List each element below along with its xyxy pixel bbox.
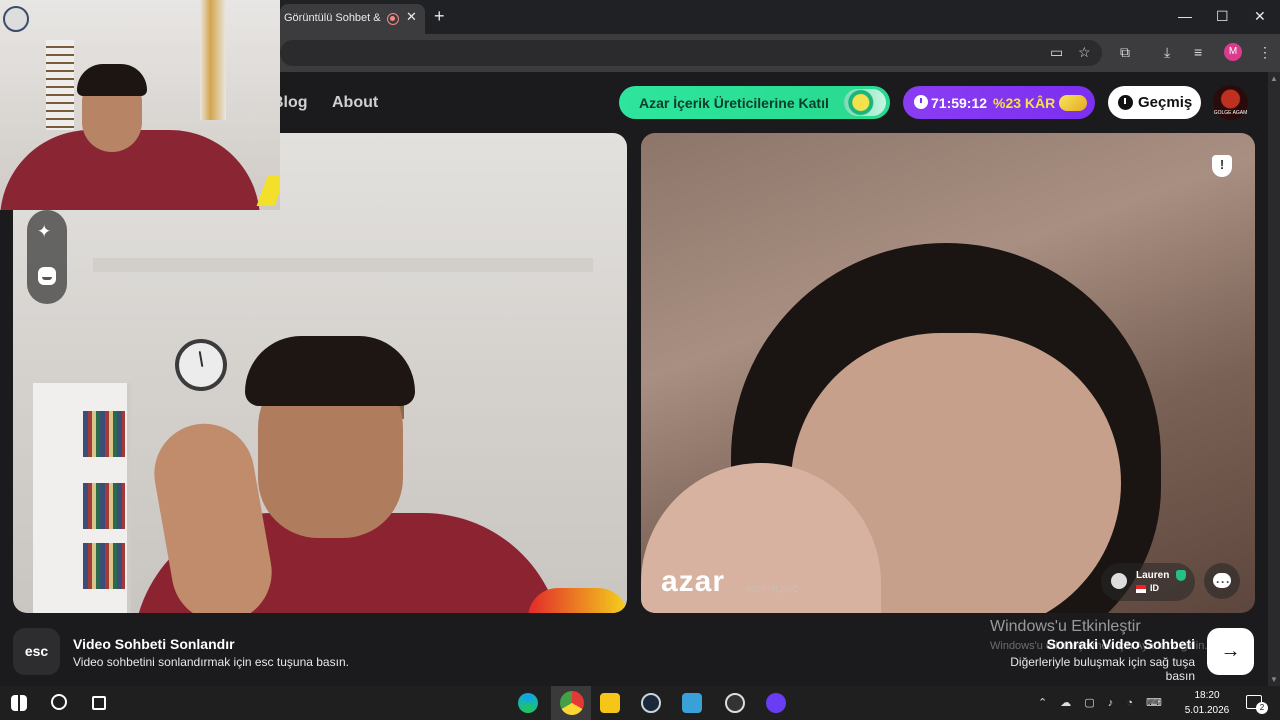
steam-icon[interactable] <box>641 693 661 713</box>
books-image <box>83 543 125 589</box>
pillow-image <box>528 588 627 613</box>
overlay-hair <box>77 64 147 96</box>
books-image <box>83 483 125 529</box>
next-chat-description: Diğerleriyle buluşmak için sağ tuşa bası… <box>1010 655 1195 683</box>
windows-start-icon[interactable] <box>11 695 27 711</box>
next-chat-title: Sonraki Video Sohbeti <box>1046 636 1195 652</box>
maximize-button[interactable]: ☐ <box>1216 8 1229 25</box>
windows-activation-title: Windows'u Etkinleştir <box>990 618 1141 635</box>
media-control-icon[interactable]: ≡ <box>1194 44 1202 60</box>
person-hair <box>245 336 415 406</box>
nav-about-link[interactable]: About <box>332 94 378 112</box>
azar-logo: azar <box>661 565 726 598</box>
promo-profit: %23 KÂR <box>993 95 1056 111</box>
chrome-icon[interactable] <box>560 691 584 715</box>
scroll-down-icon[interactable]: ▼ <box>1270 675 1278 684</box>
creator-badge-icon <box>844 89 886 116</box>
edge-icon[interactable] <box>518 693 538 713</box>
overlay-yellow-object <box>256 176 280 206</box>
overlay-wall-decor <box>200 0 226 120</box>
extensions-icon[interactable]: ⧉ <box>1120 44 1130 61</box>
partner-country: ID <box>1150 583 1159 593</box>
close-window-button[interactable]: ✕ <box>1254 8 1266 25</box>
verified-badge-icon <box>1176 570 1186 581</box>
file-explorer-icon[interactable] <box>600 693 620 713</box>
sparkle-effects-icon[interactable]: ✦ <box>37 222 51 242</box>
session-code: 90cY+RJpsC <box>746 584 799 594</box>
active-tab[interactable]: Görüntülü Sohbet & Y ✕ <box>280 4 425 34</box>
next-chat-button[interactable]: → <box>1207 628 1254 675</box>
minimize-button[interactable]: — <box>1178 8 1192 24</box>
chat-bubble-icon: ··· <box>1216 575 1231 589</box>
tab-close-icon[interactable]: ✕ <box>406 9 417 25</box>
country-flag-icon <box>1136 585 1146 593</box>
profile-avatar[interactable]: M <box>1224 43 1242 61</box>
esc-key-button[interactable]: esc <box>13 628 60 675</box>
history-label: Geçmiş <box>1138 94 1193 111</box>
search-icon[interactable] <box>51 694 67 710</box>
download-icon[interactable]: ⤓ <box>1164 44 1170 61</box>
coins-icon <box>1059 95 1087 111</box>
address-bar[interactable] <box>280 40 1102 66</box>
creator-join-button[interactable]: Azar İçerik Üreticilerine Katıl <box>619 86 890 119</box>
partner-name: Lauren <box>1136 570 1170 581</box>
webcam-overlay <box>0 0 280 210</box>
partner-avatar-icon <box>1111 573 1127 589</box>
bookmark-star-icon[interactable]: ☆ <box>1078 44 1091 61</box>
performance-app-icon[interactable] <box>725 693 745 713</box>
report-shield-icon[interactable]: ! <box>1212 155 1232 177</box>
taskbar-date[interactable]: 5.01.2026 <box>1184 705 1230 716</box>
system-tray-icons[interactable]: ⌃ ☁ ▢ ♪ ◔ ⌨ <box>1038 696 1167 709</box>
room-ceiling <box>93 258 593 272</box>
windows-taskbar: ⌃ ☁ ▢ ♪ ◔ ⌨ 18:20 5.01.2026 2 <box>0 686 1280 720</box>
remote-video: ! azar 90cY+RJpsC Lauren ID ··· <box>641 133 1255 613</box>
browser-menu-icon[interactable]: ⋮ <box>1258 44 1272 61</box>
recording-icon <box>387 13 399 25</box>
scroll-up-icon[interactable]: ▲ <box>1270 74 1278 83</box>
tab-title: Görüntülü Sohbet & Y <box>284 12 384 24</box>
overlay-clock-image <box>3 6 29 32</box>
task-view-icon[interactable] <box>92 696 106 710</box>
video-tools-bar: ✦ <box>27 210 67 304</box>
history-button[interactable]: Geçmiş <box>1108 86 1201 119</box>
cast-icon[interactable]: ▭ <box>1050 44 1063 61</box>
monitor-app-icon[interactable] <box>682 693 702 713</box>
taskbar-time[interactable]: 18:20 <box>1184 690 1230 701</box>
history-clock-icon <box>1118 95 1133 110</box>
page-scrollbar[interactable]: ▲ ▼ <box>1268 72 1280 686</box>
user-avatar[interactable]: GOLGE AGAM <box>1213 85 1248 120</box>
clock-icon <box>914 95 928 109</box>
chat-button[interactable]: ··· <box>1204 563 1240 599</box>
promo-timer: 71:59:12 <box>931 95 988 111</box>
partner-info-chip[interactable]: Lauren ID <box>1101 563 1195 601</box>
notification-count: 2 <box>1256 702 1268 714</box>
end-chat-title: Video Sohbeti Sonlandır <box>73 636 235 652</box>
chrome-profile-icon[interactable] <box>766 693 786 713</box>
avatar-text: GOLGE AGAM <box>1213 110 1248 116</box>
books-image <box>83 411 125 457</box>
end-chat-description: Video sohbetini sonlandırmak için esc tu… <box>73 655 349 669</box>
overlay-shelf-image <box>46 40 74 130</box>
promo-timer-badge[interactable]: 71:59:12 %23 KÂR <box>903 86 1095 119</box>
face-filter-icon[interactable] <box>38 267 56 285</box>
new-tab-button[interactable]: + <box>434 6 445 27</box>
creator-join-label: Azar İçerik Üreticilerine Katıl <box>639 95 829 111</box>
wall-clock-image <box>175 339 227 391</box>
